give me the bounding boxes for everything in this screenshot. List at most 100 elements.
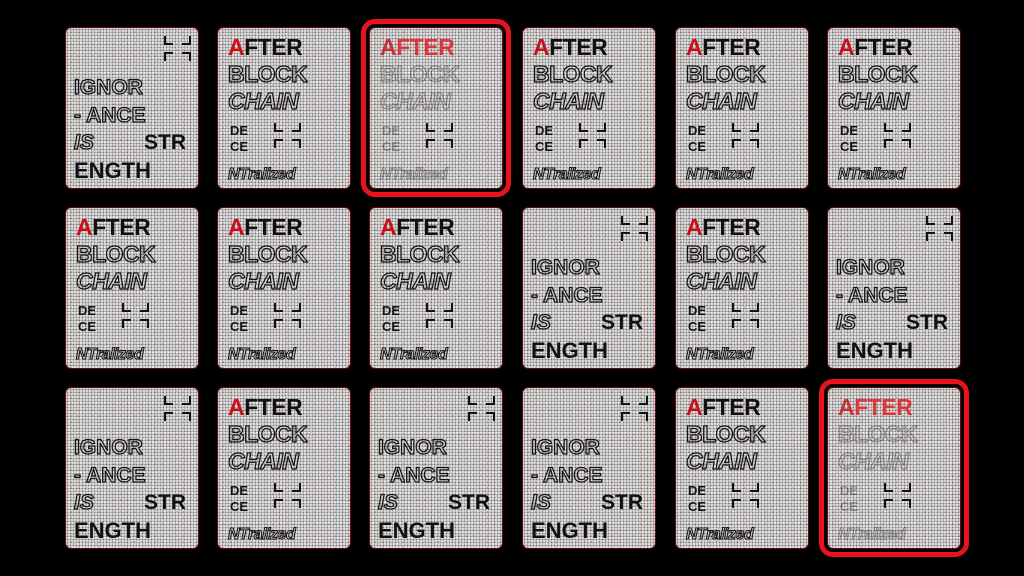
after-heading: AFTER: [838, 34, 913, 61]
ignor-text: IGNOR: [377, 435, 447, 459]
ce-text: CE: [382, 139, 401, 154]
after-blockchain-card[interactable]: AFTER BLOCK CHAIN DE CE NTralized: [370, 208, 502, 368]
ignorance-strength-card[interactable]: IGNOR - ANCE IS STR ENGTH: [828, 208, 960, 368]
after-blockchain-card[interactable]: AFTER BLOCK CHAIN DE CE NTralized: [819, 379, 969, 557]
corner-bracket-icon: [732, 123, 741, 132]
after-first-letter: A: [686, 394, 703, 420]
corner-bracket-icon: [292, 319, 301, 328]
after-blockchain-card[interactable]: AFTER BLOCK CHAIN DE CE NTralized: [66, 208, 198, 368]
after-heading: AFTER: [380, 214, 455, 241]
after-rest: FTER: [244, 34, 303, 60]
corner-bracket-icon: [750, 483, 759, 492]
after-rest: FTER: [549, 34, 608, 60]
chain-text: CHAIN: [227, 87, 299, 114]
ignorance-strength-card[interactable]: IGNOR - ANCE IS STR ENGTH: [66, 388, 198, 548]
after-blockchain-card[interactable]: AFTER BLOCK CHAIN DE CE NTralized: [218, 208, 350, 368]
ce-text: CE: [535, 139, 554, 154]
after-blockchain-card[interactable]: AFTER BLOCK CHAIN DE CE NTralized: [218, 388, 350, 548]
corner-bracket-icon: [426, 139, 435, 148]
after-rest: FTER: [702, 214, 761, 240]
after-blockchain-card[interactable]: AFTER BLOCK CHAIN DE CE NTralized: [676, 28, 808, 188]
chain-text: CHAIN: [532, 87, 604, 114]
ntralized-text: NTralized: [227, 526, 296, 544]
after-heading: AFTER: [686, 214, 761, 241]
ce-text: CE: [840, 139, 859, 154]
ce-text: CE: [230, 319, 249, 334]
corner-bracket-icon: [621, 396, 630, 405]
ntralized-text: NTralized: [837, 166, 906, 184]
after-blockchain-card[interactable]: AFTER BLOCK CHAIN DE CE NTralized: [828, 28, 960, 188]
corner-bracket-icon: [902, 483, 911, 492]
corner-bracket-icon: [750, 499, 759, 508]
corner-bracket-icon: [884, 499, 893, 508]
corner-bracket-icon: [621, 232, 630, 241]
de-text: DE: [230, 303, 249, 318]
de-text: DE: [78, 303, 97, 318]
corner-bracket-icon: [164, 412, 173, 421]
corner-bracket-icon: [426, 303, 435, 312]
after-first-letter: A: [686, 34, 703, 60]
ce-text: CE: [382, 319, 401, 334]
corner-bracket-icon: [292, 499, 301, 508]
ignorance-strength-card[interactable]: IGNOR - ANCE IS STR ENGTH: [66, 28, 198, 188]
ance-text: - ANCE: [73, 463, 146, 487]
corner-bracket-icon: [122, 319, 131, 328]
after-rest: FTER: [854, 34, 913, 60]
corner-bracket-icon: [639, 232, 648, 241]
block-text: BLOCK: [227, 60, 308, 87]
is-text: IS: [530, 490, 551, 514]
chain-text: CHAIN: [685, 447, 757, 474]
chain-text: CHAIN: [379, 267, 451, 294]
corner-bracket-icon: [274, 303, 283, 312]
ignor-text: IGNOR: [835, 255, 905, 279]
str-text: STR: [906, 311, 948, 334]
corner-bracket-icon: [444, 319, 453, 328]
after-rest: FTER: [92, 214, 151, 240]
ength-text: ENGTH: [836, 338, 913, 363]
after-rest: FTER: [702, 34, 761, 60]
ignorance-strength-card[interactable]: IGNOR - ANCE IS STR ENGTH: [523, 208, 655, 368]
after-blockchain-card[interactable]: AFTER BLOCK CHAIN DE CE NTralized: [218, 28, 350, 188]
corner-bracket-icon: [944, 232, 953, 241]
corner-bracket-icon: [182, 412, 191, 421]
ce-text: CE: [78, 319, 97, 334]
corner-bracket-icon: [597, 139, 606, 148]
after-first-letter: A: [380, 34, 397, 60]
chain-text: CHAIN: [685, 87, 757, 114]
corner-bracket-icon: [621, 216, 630, 225]
corner-bracket-icon: [426, 319, 435, 328]
ance-text: - ANCE: [835, 283, 908, 307]
ce-text: CE: [688, 319, 707, 334]
ignor-text: IGNOR: [73, 435, 143, 459]
after-blockchain-card[interactable]: AFTER BLOCK CHAIN DE CE NTralized: [361, 19, 511, 197]
after-blockchain-card[interactable]: AFTER BLOCK CHAIN DE CE NTralized: [676, 388, 808, 548]
after-heading: AFTER: [533, 34, 608, 61]
ce-text: CE: [688, 499, 707, 514]
after-heading: AFTER: [838, 394, 913, 421]
after-first-letter: A: [838, 34, 855, 60]
after-first-letter: A: [533, 34, 550, 60]
ance-text: - ANCE: [73, 103, 146, 127]
corner-bracket-icon: [597, 123, 606, 132]
ntralized-text: NTralized: [685, 526, 754, 544]
after-blockchain-card[interactable]: AFTER BLOCK CHAIN DE CE NTralized: [676, 208, 808, 368]
corner-bracket-icon: [902, 123, 911, 132]
ntralized-text: NTralized: [75, 346, 144, 364]
after-first-letter: A: [686, 214, 703, 240]
block-text: BLOCK: [227, 240, 308, 267]
corner-bracket-icon: [274, 123, 283, 132]
corner-bracket-icon: [579, 139, 588, 148]
after-blockchain-card[interactable]: AFTER BLOCK CHAIN DE CE NTralized: [523, 28, 655, 188]
after-first-letter: A: [228, 214, 245, 240]
after-first-letter: A: [838, 394, 855, 420]
corner-bracket-icon: [274, 139, 283, 148]
ance-text: - ANCE: [530, 463, 603, 487]
ignorance-strength-card[interactable]: IGNOR - ANCE IS STR ENGTH: [523, 388, 655, 548]
corner-bracket-icon: [639, 216, 648, 225]
block-text: BLOCK: [75, 240, 156, 267]
ignorance-strength-card[interactable]: IGNOR - ANCE IS STR ENGTH: [370, 388, 502, 548]
after-rest: FTER: [702, 394, 761, 420]
is-text: IS: [73, 490, 94, 514]
card-grid: IGNOR - ANCE IS STR ENGTH AFTER BLOCK CHAIN DE CE…: [0, 0, 1024, 576]
after-heading: AFTER: [380, 34, 455, 61]
